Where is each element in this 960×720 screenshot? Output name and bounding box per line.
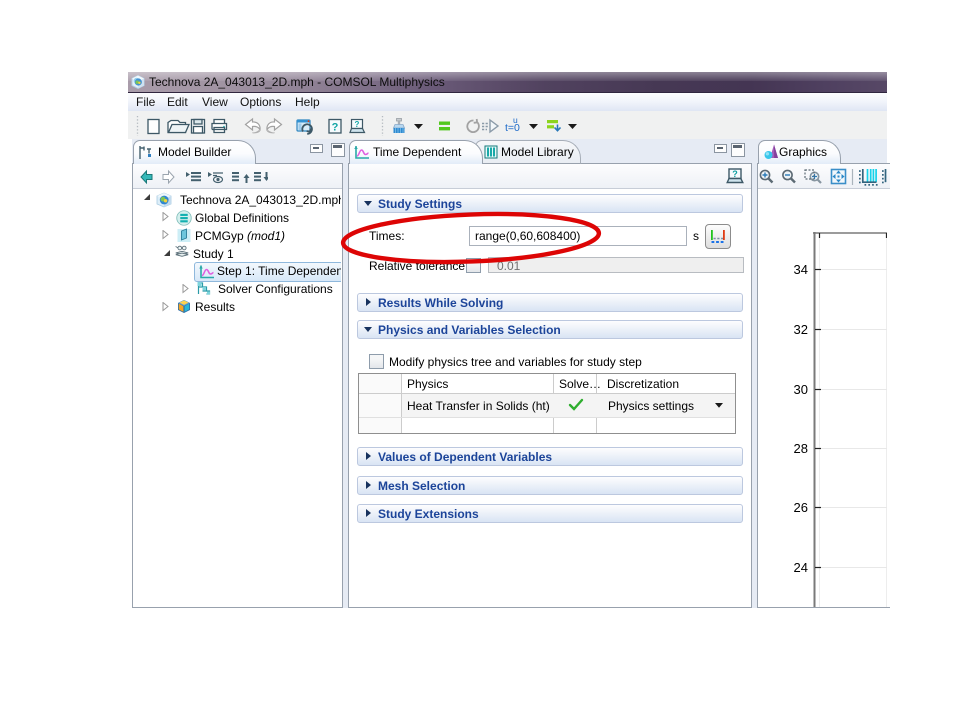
svg-text:32: 32 [794, 322, 808, 337]
svg-text:?: ? [355, 120, 360, 129]
svg-text:30: 30 [794, 382, 808, 397]
svg-text:28: 28 [794, 441, 808, 456]
svg-text:34: 34 [794, 262, 808, 277]
svg-text:26: 26 [794, 500, 808, 515]
svg-text:?: ? [732, 169, 738, 179]
svg-text:?: ? [332, 122, 339, 134]
svg-text:24: 24 [794, 560, 808, 575]
svg-text:u: u [513, 115, 518, 125]
